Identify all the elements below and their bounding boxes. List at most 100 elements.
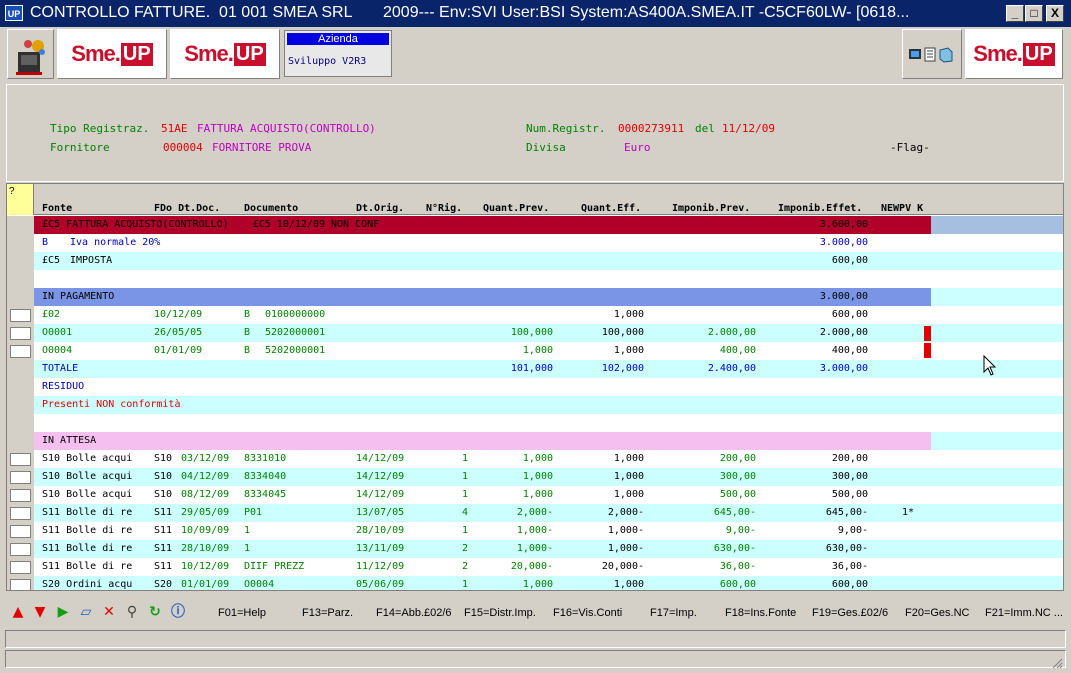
- magnifier-icon[interactable]: ⚲: [124, 603, 140, 621]
- fattura-band-row[interactable]: £C5 FATTURA ACQUISTO(CONTROLLO) £C5 10/1…: [7, 216, 1063, 234]
- utility-icons-button[interactable]: [902, 29, 962, 79]
- app-logo-button[interactable]: [7, 29, 54, 79]
- attesa-row[interactable]: S11 Bolle di re S11 28/10/09 1 13/11/09 …: [7, 540, 1063, 558]
- tipo-code[interactable]: 51AE: [161, 122, 188, 135]
- non-conformita-row[interactable]: Presenti NON conformità: [7, 396, 1063, 414]
- col-fonte[interactable]: Fonte: [42, 203, 72, 214]
- fkey-f20[interactable]: F20=Ges.NC: [905, 607, 970, 619]
- resize-grip-icon[interactable]: [1051, 654, 1063, 669]
- col-quant-eff[interactable]: Quant.Eff.: [581, 203, 641, 214]
- cell-fdo: S20: [154, 579, 173, 590]
- attesa-row[interactable]: S10 Bolle acqui S10 04/12/09 8334040 14/…: [7, 468, 1063, 486]
- cell-dt-doc: 29/05/09: [181, 507, 230, 518]
- row-header: [7, 360, 35, 378]
- pagamento-row[interactable]: O0001 26/05/05 B 5202000001 100,000 100,…: [7, 324, 1063, 342]
- fkey-f21[interactable]: F21=Imm.NC ...: [985, 607, 1063, 619]
- imposta-row[interactable]: £C5 IMPOSTA 600,00: [7, 252, 1063, 270]
- attesa-row[interactable]: S11 Bolle di re S11 10/12/09 DIIF PREZZ …: [7, 558, 1063, 576]
- close-x-icon[interactable]: ✕: [101, 603, 117, 621]
- in-pagamento-row[interactable]: IN PAGAMENTO 3.000,00: [7, 288, 1063, 306]
- col-imponib-prev[interactable]: Imponib.Prev.: [672, 203, 750, 214]
- close-button[interactable]: X: [1046, 5, 1064, 22]
- fkey-f16[interactable]: F16=Vis.Conti: [553, 607, 622, 619]
- col-imponib-effet[interactable]: Imponib.Effet.: [778, 203, 862, 214]
- attesa-row[interactable]: S11 Bolle di re S11 29/05/09 P01 13/07/0…: [7, 504, 1063, 522]
- row-body: O0001 26/05/05 B 5202000001 100,000 100,…: [34, 324, 1063, 342]
- smeup-logo-button-2[interactable]: Sme. UP: [170, 29, 280, 79]
- row-select-box[interactable]: [7, 540, 35, 558]
- nonconf-flag-icon[interactable]: [924, 326, 931, 341]
- attesa-row[interactable]: S20 Ordini acqu S20 01/01/09 O0004 05/06…: [7, 576, 1063, 590]
- in-attesa-band: [34, 432, 931, 450]
- cell-imp-prev: 500,00: [719, 489, 756, 500]
- fkey-f13[interactable]: F13=Parz.: [302, 607, 353, 619]
- fkey-f19[interactable]: F19=Ges.£02/6: [812, 607, 888, 619]
- azienda-panel[interactable]: Azienda Sviluppo V2R3: [284, 30, 392, 77]
- smeup-logo: Sme. UP: [179, 35, 271, 73]
- cell-imp-eff: 645,00-: [825, 507, 868, 518]
- cell-fdo: S11: [154, 561, 173, 572]
- iva-row[interactable]: B Iva normale 20% 3.000,00: [7, 234, 1063, 252]
- row-select-box[interactable]: [7, 450, 35, 468]
- row-select-box[interactable]: [7, 306, 35, 324]
- iva-value: 3.000,00: [819, 237, 868, 248]
- arrow-up-icon[interactable]: ▲: [10, 603, 26, 621]
- col-n-rig[interactable]: N°Rig.: [426, 203, 462, 214]
- row-select-box[interactable]: [7, 558, 35, 576]
- residuo-row[interactable]: RESIDUO: [7, 378, 1063, 396]
- row-select-box[interactable]: [7, 522, 35, 540]
- row-select-box[interactable]: [7, 576, 35, 590]
- grid-corner-help[interactable]: ?: [7, 184, 34, 215]
- cell-q-eff: 1,000: [613, 345, 644, 356]
- attesa-row[interactable]: S10 Bolle acqui S10 03/12/09 8331010 14/…: [7, 450, 1063, 468]
- fkey-f15[interactable]: F15=Distr.Imp.: [464, 607, 536, 619]
- del-label: del: [695, 122, 715, 135]
- cell-imp-eff: 300,00: [831, 471, 868, 482]
- cell-dt-orig: 14/12/09: [356, 489, 405, 500]
- imposta-value: 600,00: [831, 255, 868, 266]
- row-select-box[interactable]: [7, 468, 35, 486]
- pagamento-row[interactable]: £02 10/12/09 B 0100000000 1,000 600,00: [7, 306, 1063, 324]
- terminal-icon: [14, 38, 45, 75]
- cell-documento: P01: [244, 507, 263, 518]
- info-icon[interactable]: ⓘ: [170, 603, 186, 621]
- cell-documento: 0100000000: [265, 309, 326, 320]
- row-select-box[interactable]: [7, 504, 35, 522]
- minimize-button[interactable]: _: [1006, 5, 1024, 22]
- row-body: IN PAGAMENTO 3.000,00: [34, 288, 1063, 306]
- fornitore-code[interactable]: 000004: [163, 141, 203, 154]
- eraser-icon[interactable]: ▱: [78, 603, 94, 621]
- cell-q-prev: 1,000: [522, 579, 553, 590]
- app-icon[interactable]: UP: [5, 5, 23, 21]
- row-select-box[interactable]: [7, 324, 35, 342]
- imposta-code: £C5: [42, 255, 61, 266]
- col-newpv-k[interactable]: NEWPV K: [881, 203, 923, 214]
- attesa-row[interactable]: S10 Bolle acqui S10 08/12/09 8334045 14/…: [7, 486, 1063, 504]
- cell-dt-doc: 10/12/09: [181, 561, 230, 572]
- col-dt-orig[interactable]: Dt.Orig.: [356, 203, 404, 214]
- col-documento[interactable]: Documento: [244, 203, 298, 214]
- window-title: CONTROLLO FATTURE. 01 001 SMEA SRL 2009-…: [30, 4, 910, 21]
- fkey-f17[interactable]: F17=Imp.: [650, 607, 697, 619]
- attesa-row[interactable]: S11 Bolle di re S11 10/09/09 1 28/10/09 …: [7, 522, 1063, 540]
- totale-label: TOTALE: [42, 363, 79, 374]
- fkey-f18[interactable]: F18=Ins.Fonte: [725, 607, 796, 619]
- refresh-icon[interactable]: ↻: [147, 603, 163, 621]
- row-select-box[interactable]: [7, 342, 35, 360]
- totale-row[interactable]: TOTALE 101,000 102,000 2.400,00 3.000,00: [7, 360, 1063, 378]
- fkey-f14[interactable]: F14=Abb.£02/6: [376, 607, 452, 619]
- totale-q-prev: 101,000: [510, 363, 553, 374]
- row-select-box[interactable]: [7, 486, 35, 504]
- smeup-logo-button-3[interactable]: Sme. UP: [965, 29, 1063, 79]
- in-attesa-row[interactable]: IN ATTESA: [7, 432, 1063, 450]
- col-quant-prev[interactable]: Quant.Prev.: [483, 203, 549, 214]
- arrow-down-icon[interactable]: ▼: [32, 603, 48, 621]
- smeup-logo-button-1[interactable]: Sme. UP: [57, 29, 167, 79]
- maximize-button[interactable]: □: [1025, 5, 1043, 22]
- pagamento-row[interactable]: O0004 01/01/09 B 5202000001 1,000 1,000 …: [7, 342, 1063, 360]
- cell-q-eff: 20,000-: [601, 561, 644, 572]
- col-fdo-dtdoc[interactable]: FDo Dt.Doc.: [154, 203, 220, 214]
- fkey-f01[interactable]: F01=Help: [218, 607, 266, 619]
- nonconf-flag-icon[interactable]: [924, 343, 931, 358]
- play-icon[interactable]: ▶: [55, 603, 71, 621]
